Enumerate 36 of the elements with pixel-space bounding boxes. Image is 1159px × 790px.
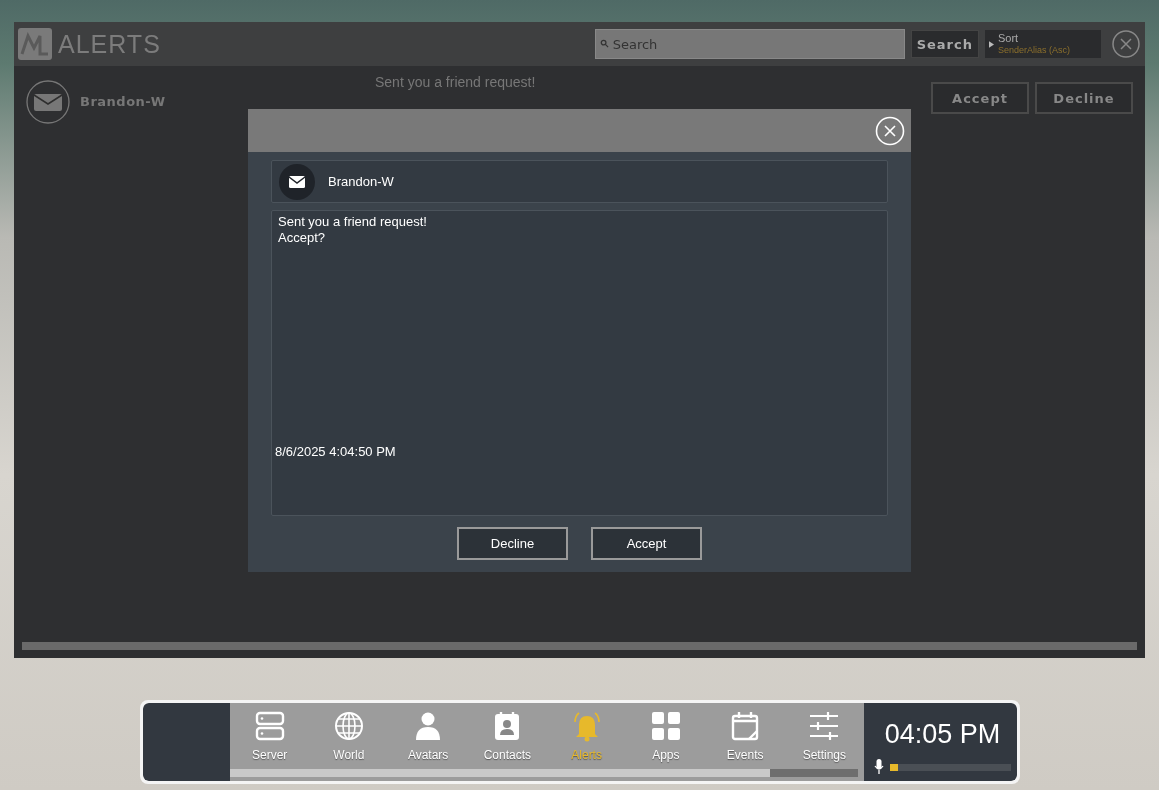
dialog-button[interactable]: Decline	[457, 527, 568, 560]
decline-button[interactable]: Decline	[1035, 82, 1133, 114]
message-text: Sent you a friend request!	[375, 74, 537, 92]
sender-name: Brandon-W	[328, 174, 394, 189]
search-field[interactable]: Search	[594, 29, 905, 59]
sort-value: SenderAlias (Asc)	[998, 44, 1071, 56]
message-text: Sent you a friend request! Accept?	[278, 214, 427, 246]
timestamp: 8/6/2025 4:04:50 PM	[275, 444, 396, 459]
scrollbar[interactable]	[230, 769, 858, 777]
taskbar-item[interactable]: World	[309, 710, 389, 769]
accept-button[interactable]: Accept	[931, 82, 1029, 114]
envelope-icon	[279, 163, 315, 200]
taskbar-item[interactable]: Events	[705, 710, 785, 769]
server-icon	[253, 710, 286, 742]
grid-icon	[649, 710, 682, 742]
scrollbar[interactable]	[22, 642, 1137, 650]
taskbar-item[interactable]: Contacts	[467, 710, 547, 769]
search-button[interactable]: Search	[910, 30, 979, 58]
sort-dropdown[interactable]: Sort SenderAlias (Asc)	[985, 30, 1101, 58]
taskbar-item[interactable]: Alerts	[547, 710, 627, 769]
dialog-button[interactable]: Accept	[591, 527, 702, 560]
sort-label: Sort	[998, 32, 1020, 44]
sender-name: Brandon-W	[80, 94, 167, 109]
taskbar-item[interactable]: Server	[230, 710, 310, 769]
logo-icon	[18, 28, 52, 60]
sliders-icon	[808, 710, 841, 742]
globe-icon	[332, 710, 365, 742]
envelope-icon	[26, 80, 70, 124]
taskbar-item[interactable]: Avatars	[388, 710, 468, 769]
taskbar-item[interactable]: Apps	[626, 710, 706, 769]
caret-icon	[989, 40, 994, 48]
clock-time: 04:05 PM	[883, 719, 1002, 750]
taskbar-item[interactable]: Settings	[784, 710, 864, 769]
microphone-icon	[874, 759, 884, 775]
window-title: ALERTS	[58, 29, 161, 59]
close-button[interactable]	[1111, 29, 1141, 59]
